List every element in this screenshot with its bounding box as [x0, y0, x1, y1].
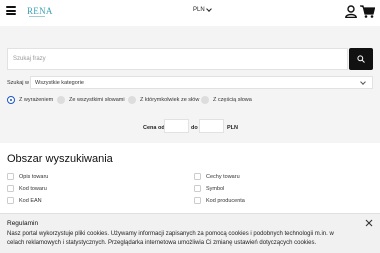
checkbox-kod-producenta[interactable]: Kod producenta [194, 197, 245, 204]
chevron-down-icon [360, 79, 366, 85]
checkbox-icon [7, 197, 14, 204]
header: RENA PLN [0, 0, 380, 26]
cookie-text: Nasz portal wykorzystuje pliki cookies. … [7, 231, 334, 246]
currency-select[interactable]: PLN [193, 6, 212, 13]
currency-label: PLN [193, 7, 205, 13]
checkbox-icon [194, 173, 201, 180]
checkbox-icon [194, 197, 201, 204]
chevron-down-icon [205, 6, 212, 12]
price-from-input[interactable] [164, 119, 189, 133]
checkbox-symbol[interactable]: Symbol [194, 185, 224, 192]
price-range: Cena od do PLN [0, 119, 380, 133]
category-select-value: Wszystkie kategorie [35, 80, 84, 86]
radio-icon [201, 96, 209, 104]
radio-icon [57, 96, 65, 104]
logo-underline [29, 16, 45, 17]
checkbox-opis-towaru[interactable]: Opis towaru [7, 173, 48, 180]
price-to-label: do [191, 125, 198, 131]
scope-label: Szukaj w [7, 80, 30, 86]
checkbox-kod-towaru[interactable]: Kod towaru [7, 185, 47, 192]
user-icon[interactable] [345, 5, 357, 18]
radio-selected-icon [7, 96, 15, 104]
radio-ktorymkolwiek[interactable]: Z którymkolwiek ze słów [128, 96, 199, 104]
cookie-title[interactable]: Regulamin [7, 220, 373, 227]
checkbox-icon [194, 185, 201, 192]
logo[interactable]: RENA [27, 6, 53, 16]
checkbox-icon [7, 185, 14, 192]
category-select[interactable]: Wszystkie kategorie [30, 76, 373, 89]
radio-czescia-slowa[interactable]: Z częścią słowa [201, 96, 252, 104]
radio-icon [128, 96, 136, 104]
search-button[interactable] [349, 48, 373, 70]
match-options: Z wyrażeniem Ze wszystkimi słowami Z któ… [7, 96, 377, 105]
hamburger-icon[interactable] [6, 6, 16, 15]
checkbox-kod-ean[interactable]: Kod EAN [7, 197, 42, 204]
search-icon [357, 55, 365, 63]
search-input[interactable]: Szukaj frazy [7, 48, 348, 70]
checkbox-cechy-towaru[interactable]: Cechy towaru [194, 173, 240, 180]
radio-z-wyrazeniem[interactable]: Z wyrażeniem [7, 96, 53, 104]
price-currency: PLN [227, 125, 238, 131]
close-icon[interactable] [365, 219, 373, 227]
search-area-title: Obszar wyszukiwania [7, 153, 113, 165]
radio-wszystkie-slowa[interactable]: Ze wszystkimi słowami [57, 96, 125, 104]
checkbox-icon [7, 173, 14, 180]
price-to-input[interactable] [199, 119, 224, 133]
cart-icon[interactable] [360, 5, 375, 18]
cookie-banner: Regulamin Nasz portal wykorzystuje pliki… [0, 213, 380, 253]
price-from-label: Cena od [143, 125, 165, 131]
